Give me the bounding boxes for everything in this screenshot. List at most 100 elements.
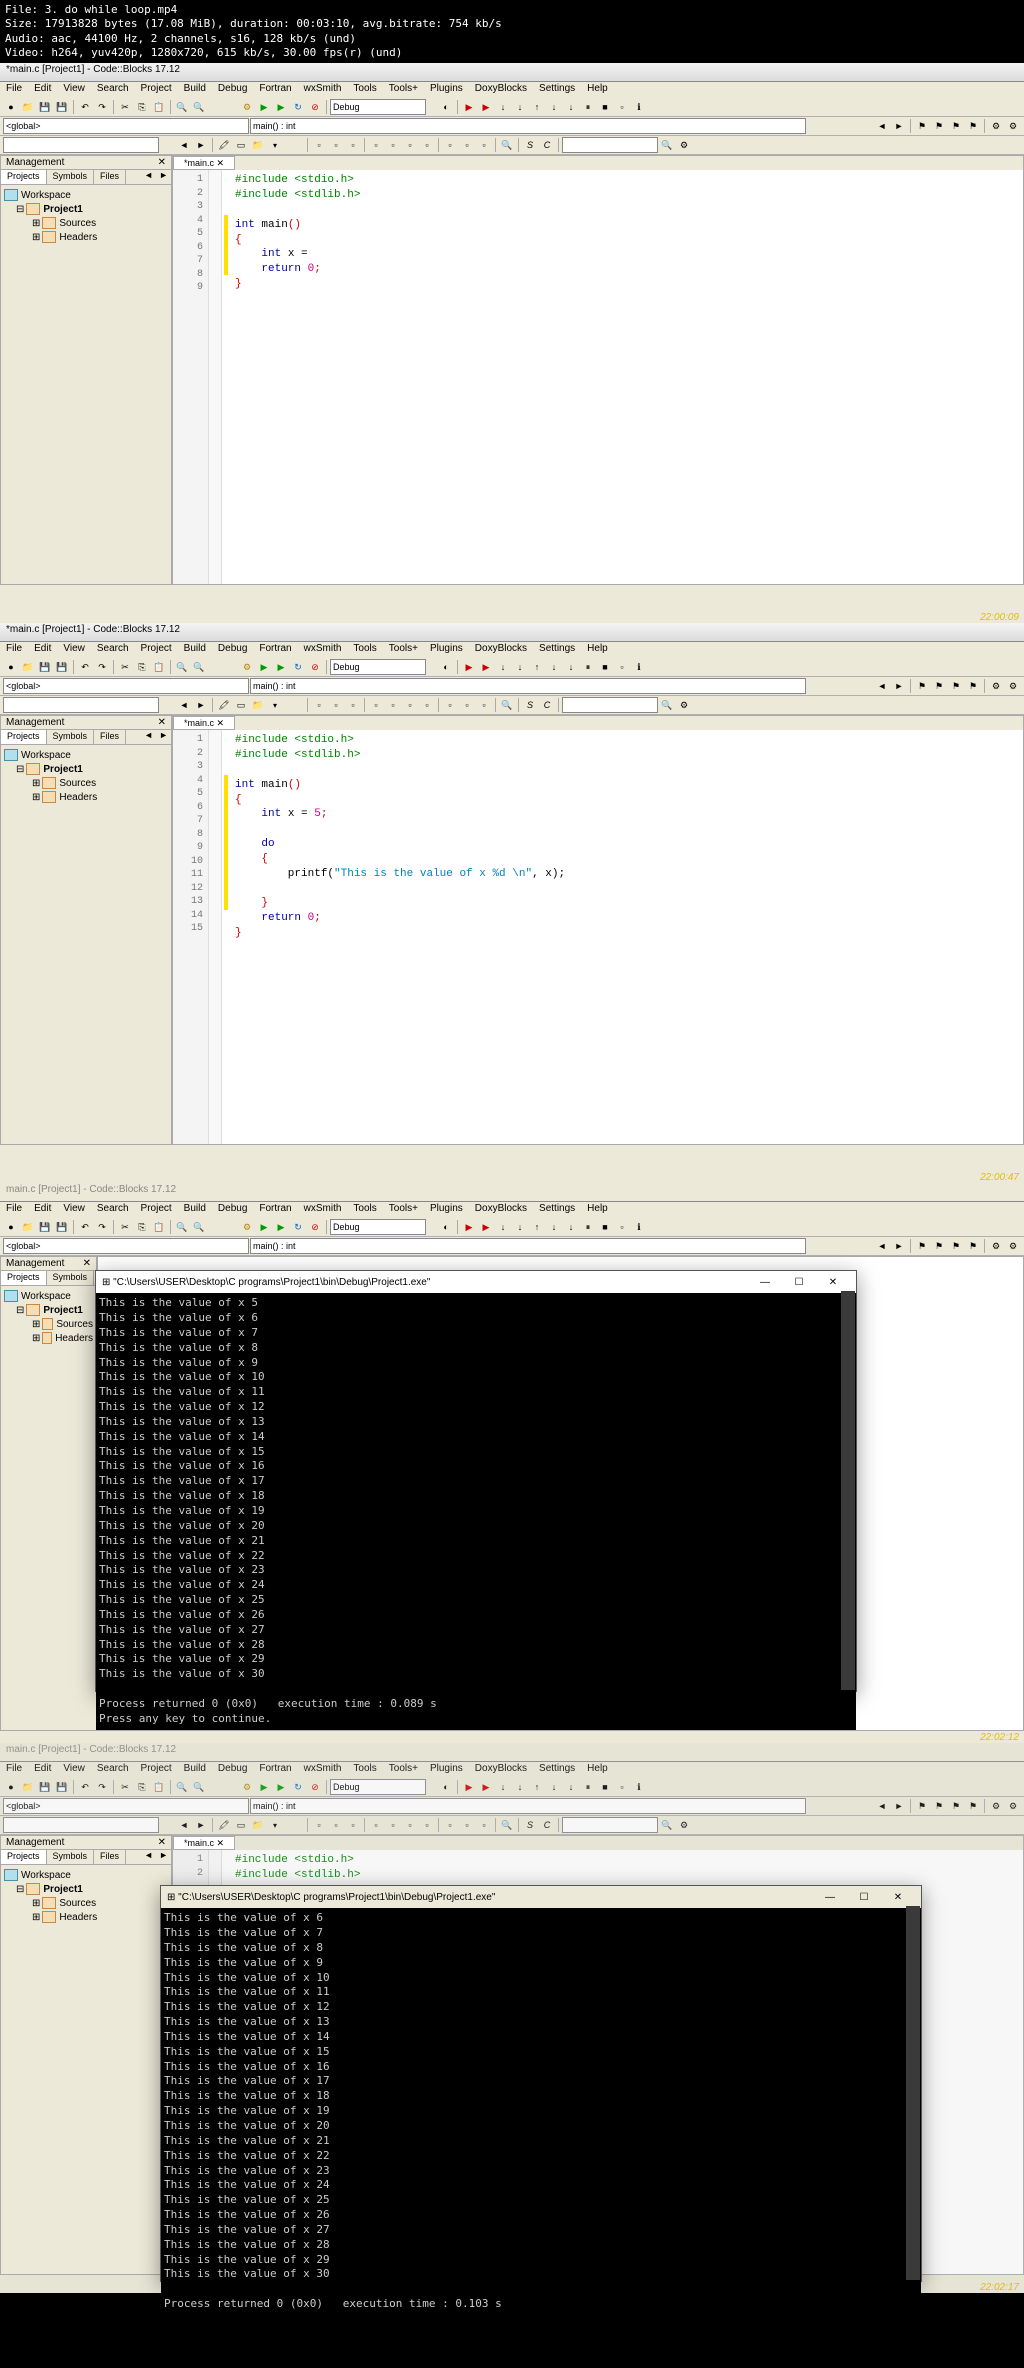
search-icon[interactable]: 🔍 xyxy=(659,1817,675,1833)
code-text[interactable]: #include <stdio.h> #include <stdlib.h> i… xyxy=(230,170,1023,584)
build-icon[interactable]: ⚙ xyxy=(239,1219,255,1235)
debug-windows-icon[interactable]: ▫ xyxy=(614,659,630,675)
tree-project[interactable]: ⊟Project1 xyxy=(4,762,168,776)
tab-projects[interactable]: Projects xyxy=(1,170,47,184)
menu-wxsmith[interactable]: wxSmith xyxy=(298,1763,348,1774)
tab-nav-right-icon[interactable]: ► xyxy=(156,730,171,744)
info-icon[interactable]: ℹ xyxy=(631,1779,647,1795)
close-button[interactable]: ✕ xyxy=(816,1275,850,1289)
step-into-icon[interactable]: ↓ xyxy=(563,99,579,115)
info-icon[interactable]: ℹ xyxy=(631,1219,647,1235)
build-target-combo[interactable]: Debug xyxy=(330,1779,426,1795)
menu-fortran[interactable]: Fortran xyxy=(253,1763,297,1774)
step-icon[interactable]: ↓ xyxy=(512,1219,528,1235)
copy-icon[interactable]: ⎘ xyxy=(134,659,150,675)
rebuild-icon[interactable]: ↻ xyxy=(290,1779,306,1795)
bookmark2-icon[interactable]: ⚑ xyxy=(931,118,947,134)
build-target-combo[interactable]: Debug xyxy=(330,99,426,115)
win2-icon[interactable]: ▫ xyxy=(328,137,344,153)
menu-help[interactable]: Help xyxy=(581,643,614,654)
tree-headers[interactable]: ⊞Headers xyxy=(4,790,168,804)
step-into-icon[interactable]: ↓ xyxy=(563,1219,579,1235)
menu-view[interactable]: View xyxy=(57,643,91,654)
menu-debug[interactable]: Debug xyxy=(212,643,253,654)
undo-icon[interactable]: ↶ xyxy=(77,1219,93,1235)
menu-settings[interactable]: Settings xyxy=(533,1763,581,1774)
menu-tools[interactable]: Tools xyxy=(347,643,382,654)
abort-icon[interactable]: ⊘ xyxy=(307,659,323,675)
next-line-icon[interactable]: ↓ xyxy=(495,99,511,115)
menu-plugins[interactable]: Plugins xyxy=(424,83,469,94)
highlight2-icon[interactable]: 📁 xyxy=(250,137,266,153)
win8-icon[interactable]: ▫ xyxy=(442,1817,458,1833)
tree-workspace[interactable]: Workspace xyxy=(4,1289,93,1303)
tree-workspace[interactable]: Workspace xyxy=(4,748,168,762)
prev-icon[interactable]: ◄ xyxy=(874,678,890,694)
bookmark3-icon[interactable]: ⚑ xyxy=(948,1798,964,1814)
tree-sources[interactable]: ⊞Sources xyxy=(4,776,168,790)
buildrun-icon[interactable]: ▶ xyxy=(273,1219,289,1235)
menu-tools[interactable]: Tools xyxy=(347,1763,382,1774)
copy-icon[interactable]: ⎘ xyxy=(134,1219,150,1235)
jump-fwd-icon[interactable]: ► xyxy=(193,697,209,713)
next-instr-icon[interactable]: ↓ xyxy=(546,659,562,675)
menu-build[interactable]: Build xyxy=(178,83,212,94)
menu-tools[interactable]: Tools xyxy=(347,1203,382,1214)
win1-icon[interactable]: ▫ xyxy=(311,137,327,153)
search-settings-icon[interactable]: ⚙ xyxy=(676,1817,692,1833)
search-settings-icon[interactable]: ⚙ xyxy=(676,697,692,713)
jump-fwd-icon[interactable]: ► xyxy=(193,137,209,153)
win5-icon[interactable]: ▫ xyxy=(385,697,401,713)
menu-search[interactable]: Search xyxy=(91,1203,135,1214)
bookmark-icon[interactable]: ⚑ xyxy=(914,1798,930,1814)
saveall-icon[interactable]: 💾 xyxy=(54,99,70,115)
tree-headers[interactable]: ⊞Headers xyxy=(4,1910,168,1924)
win4-icon[interactable]: ▫ xyxy=(368,137,384,153)
rebuild-icon[interactable]: ↻ xyxy=(290,99,306,115)
search-icon[interactable]: 🔍 xyxy=(659,137,675,153)
saveall-icon[interactable]: 💾 xyxy=(54,1219,70,1235)
tab-close-icon[interactable]: ✕ xyxy=(217,718,225,728)
step-out-icon[interactable]: ↑ xyxy=(529,1779,545,1795)
bookmark3-icon[interactable]: ⚑ xyxy=(948,678,964,694)
bookmark2-icon[interactable]: ⚑ xyxy=(931,1238,947,1254)
debug-windows-icon[interactable]: ▫ xyxy=(614,99,630,115)
win10-icon[interactable]: ▫ xyxy=(476,137,492,153)
build-target-combo[interactable]: Debug xyxy=(330,1219,426,1235)
open-icon[interactable]: 📁 xyxy=(20,99,36,115)
menu-search[interactable]: Search xyxy=(91,83,135,94)
menu-tools+[interactable]: Tools+ xyxy=(383,643,424,654)
code-editor[interactable]: 123456789101112131415 #include <stdio.h>… xyxy=(173,730,1023,1144)
menu-wxsmith[interactable]: wxSmith xyxy=(298,643,348,654)
C-icon[interactable]: C xyxy=(539,137,555,153)
gear1-icon[interactable]: ⚙ xyxy=(988,118,1004,134)
bookmark2-icon[interactable]: ⚑ xyxy=(931,1798,947,1814)
highlight-icon[interactable]: 🖍 xyxy=(216,1817,232,1833)
open-icon[interactable]: 📁 xyxy=(20,1219,36,1235)
redo-icon[interactable]: ↷ xyxy=(94,659,110,675)
extra-combo[interactable] xyxy=(3,697,159,713)
menu-doxyblocks[interactable]: DoxyBlocks xyxy=(469,1763,533,1774)
win3-icon[interactable]: ▫ xyxy=(345,137,361,153)
save-icon[interactable]: 💾 xyxy=(37,99,53,115)
run-icon[interactable]: ▶ xyxy=(256,99,272,115)
find-icon[interactable]: 🔍 xyxy=(174,659,190,675)
redo-icon[interactable]: ↷ xyxy=(94,1219,110,1235)
build-icon[interactable]: ⚙ xyxy=(239,659,255,675)
redo-icon[interactable]: ↷ xyxy=(94,1779,110,1795)
tab-files[interactable]: Files xyxy=(94,730,126,744)
undo-icon[interactable]: ↶ xyxy=(77,99,93,115)
highlight2-icon[interactable]: 📁 xyxy=(250,697,266,713)
build-target-combo[interactable]: Debug xyxy=(330,659,426,675)
info-icon[interactable]: ℹ xyxy=(631,659,647,675)
maximize-button[interactable]: ☐ xyxy=(782,1275,816,1289)
menu-project[interactable]: Project xyxy=(135,83,178,94)
bookmark-icon[interactable]: ⚑ xyxy=(914,1238,930,1254)
win5-icon[interactable]: ▫ xyxy=(385,137,401,153)
build-icon[interactable]: ⚙ xyxy=(239,99,255,115)
paste-icon[interactable]: 📋 xyxy=(151,1219,167,1235)
break-icon[interactable]: ⏸ xyxy=(580,1219,596,1235)
break-icon[interactable]: ⏸ xyxy=(580,1779,596,1795)
tab-symbols[interactable]: Symbols xyxy=(47,170,95,184)
tab-close-icon[interactable]: ✕ xyxy=(217,1838,225,1848)
